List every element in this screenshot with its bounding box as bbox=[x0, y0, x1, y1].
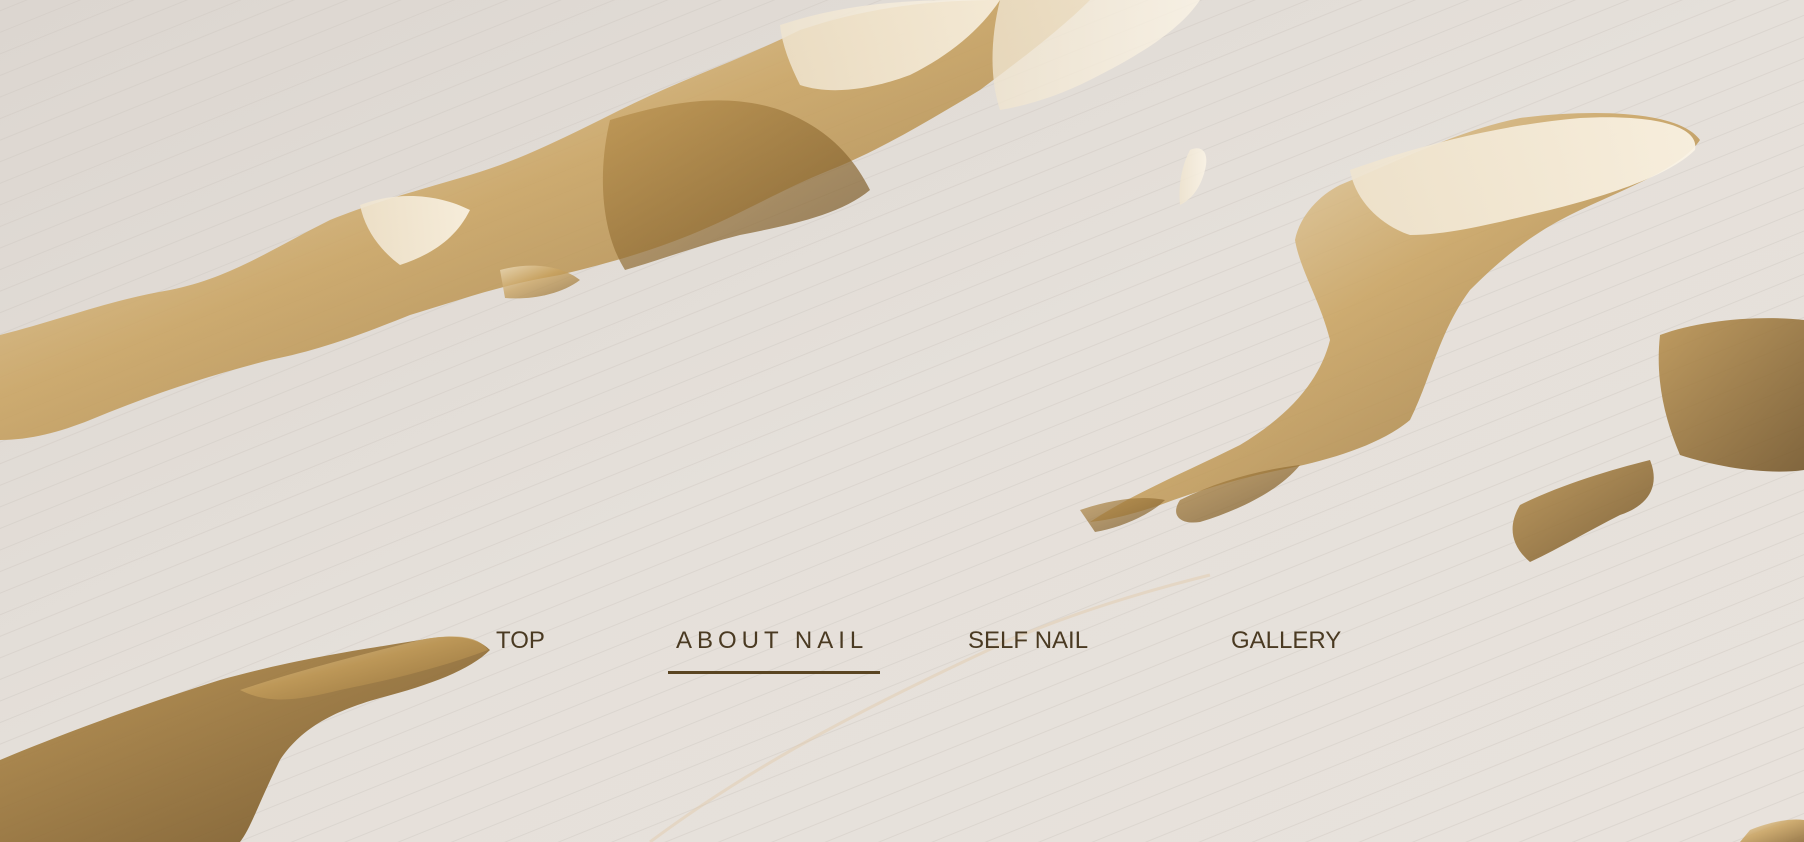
nav-item-gallery[interactable]: GALLERY bbox=[1231, 623, 1341, 659]
nav-item-self-nail[interactable]: SELF NAIL bbox=[968, 623, 1088, 659]
gold-leaf-plaster-image bbox=[0, 0, 1804, 842]
nav-item-top[interactable]: TOP bbox=[496, 623, 545, 659]
hero-background bbox=[0, 0, 1804, 842]
nav-item-about-nail[interactable]: ABOUT NAIL bbox=[676, 623, 868, 659]
